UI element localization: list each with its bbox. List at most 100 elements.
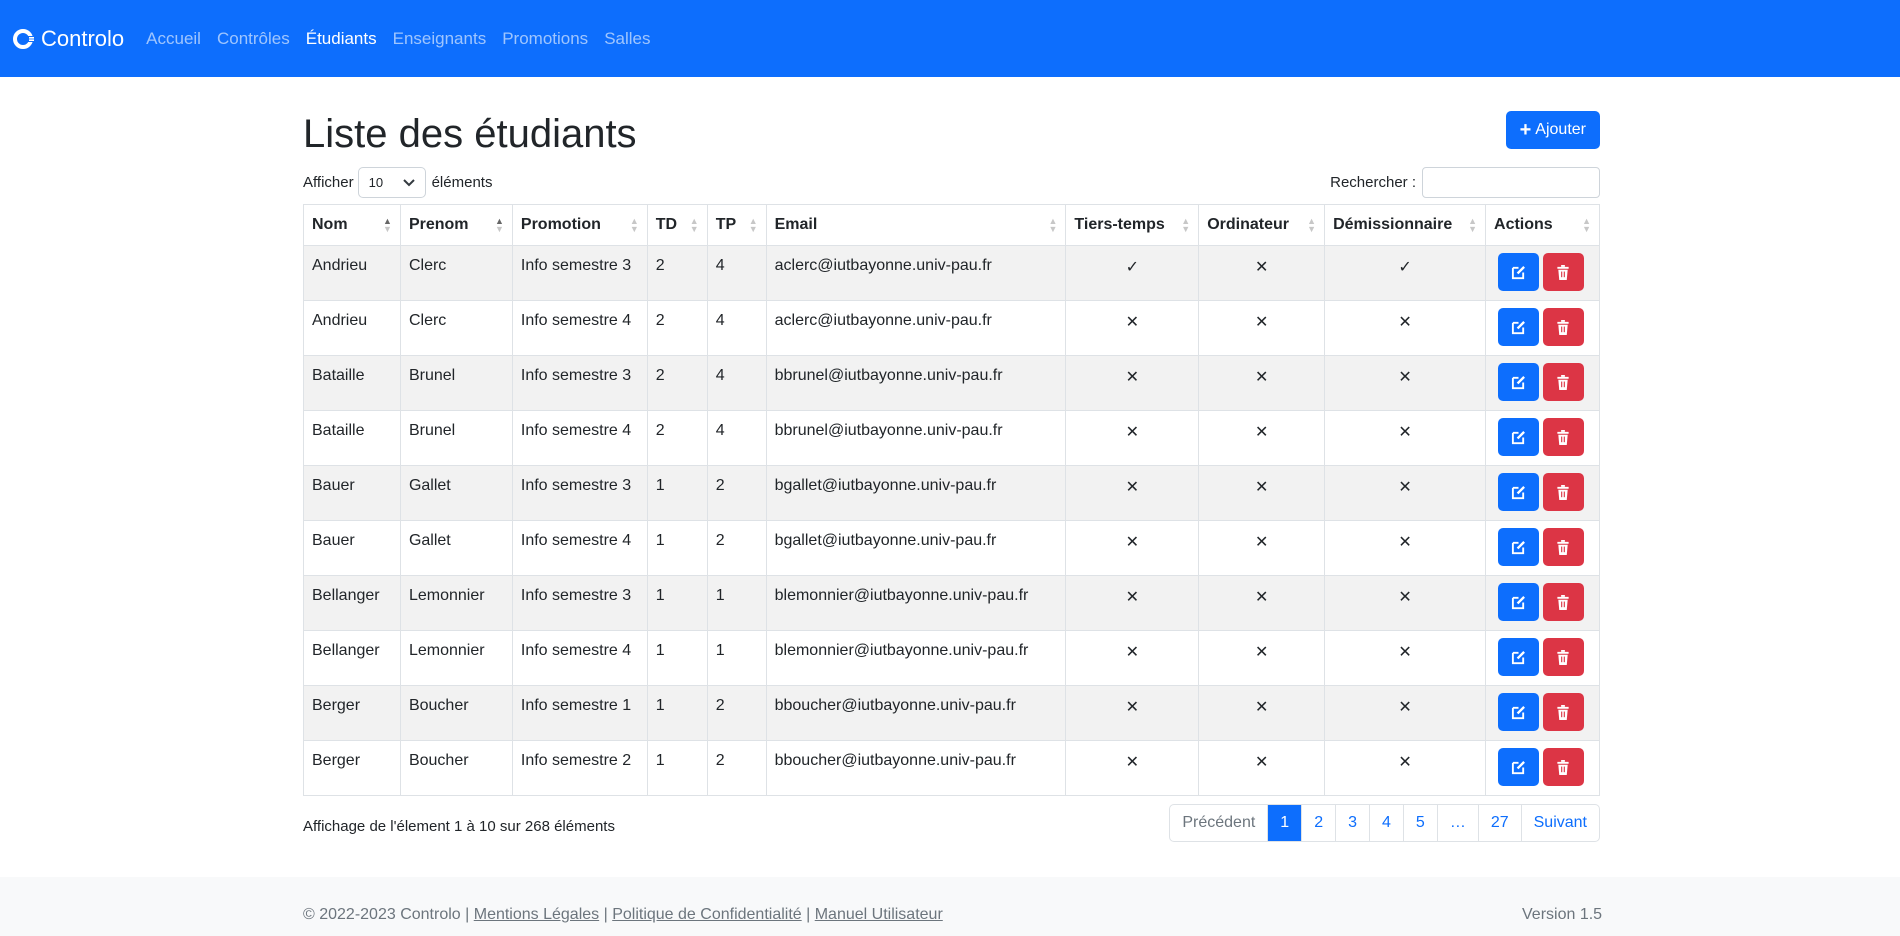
edit-button[interactable] — [1498, 418, 1540, 456]
sort-icon: ▲ ▼ — [1307, 216, 1317, 234]
delete-button[interactable] — [1543, 583, 1585, 621]
column-header[interactable]: Prenom ▲ ▼ — [399, 204, 513, 246]
cell-actions — [1485, 575, 1600, 631]
pagination-next[interactable]: Suivant — [1520, 805, 1599, 841]
cell-demi: ✕ — [1324, 410, 1487, 466]
footer-links: © 2022-2023 Controlo | Mentions Légales … — [303, 906, 943, 923]
add-student-button[interactable]: + Ajouter — [1505, 111, 1600, 149]
cell-td: 1 — [646, 740, 708, 796]
nav-link-0[interactable]: Accueil — [146, 29, 201, 49]
brand-link[interactable]: Controlo — [13, 26, 124, 52]
column-header[interactable]: Actions ▲ ▼ — [1485, 204, 1600, 246]
footer-link-manual[interactable]: Manuel Utilisateur — [815, 906, 943, 923]
nav-link-5[interactable]: Salles — [604, 29, 650, 49]
nav-link-1[interactable]: Contrôles — [217, 29, 290, 49]
footer-link-mentions[interactable]: Mentions Légales — [474, 906, 599, 923]
column-header[interactable]: Email ▲ ▼ — [765, 204, 1067, 246]
column-header[interactable]: Nom ▲ ▼ — [303, 204, 401, 246]
column-header-label: Tiers-temps — [1074, 216, 1165, 233]
edit-button[interactable] — [1498, 638, 1540, 676]
cell-nom: Andrieu — [303, 300, 401, 356]
column-header[interactable]: TD ▲ ▼ — [646, 204, 708, 246]
add-button-label: Ajouter — [1535, 121, 1586, 138]
page-length-select[interactable]: 10 — [357, 167, 426, 198]
pagination-page[interactable]: 1 — [1267, 805, 1302, 841]
delete-button[interactable] — [1543, 693, 1585, 731]
cell-prenom: Clerc — [399, 300, 513, 356]
length-prefix-label: Afficher — [303, 174, 354, 191]
cell-nom: Bataille — [303, 410, 401, 466]
cell-promotion: Info semestre 4 — [511, 630, 648, 686]
edit-button[interactable] — [1498, 308, 1540, 346]
cell-promotion: Info semestre 3 — [511, 245, 648, 301]
pagination-page[interactable]: … — [1436, 805, 1478, 841]
cell-promotion: Info semestre 3 — [511, 465, 648, 521]
table-row: Andrieu Clerc Info semestre 4 2 4 aclerc@iutb… — [303, 300, 1600, 356]
column-header-label: Promotion — [520, 216, 601, 233]
nav-link-4[interactable]: Promotions — [502, 29, 588, 49]
edit-button[interactable] — [1498, 253, 1540, 291]
edit-button[interactable] — [1498, 693, 1540, 731]
delete-button[interactable] — [1543, 308, 1585, 346]
pagination-page[interactable]: 5 — [1402, 805, 1437, 841]
cell-email: bboucher@iutbayonne.univ-pau.fr — [765, 685, 1067, 741]
footer-link-privacy[interactable]: Politique de Confidentialité — [612, 906, 801, 923]
page-title: Liste des étudiants — [303, 112, 637, 156]
pagination-page[interactable]: 4 — [1369, 805, 1403, 841]
cell-actions — [1485, 520, 1600, 576]
pagination-page[interactable]: 27 — [1477, 805, 1521, 841]
delete-button[interactable] — [1543, 418, 1585, 456]
cell-tp: 4 — [706, 410, 767, 466]
nav-link-3[interactable]: Enseignants — [393, 29, 487, 49]
delete-button[interactable] — [1543, 638, 1585, 676]
page-length-value: 10 — [368, 175, 384, 190]
table-row: Bellanger Lemonnier Info semestre 3 1 1 blemo… — [303, 575, 1600, 631]
column-header[interactable]: TP ▲ ▼ — [706, 204, 767, 246]
pagination: Précédent 1 2 3 4 5… 27 Suivant — [1169, 804, 1600, 842]
cell-td: 1 — [646, 465, 708, 521]
pagination-page[interactable]: 3 — [1335, 805, 1369, 841]
column-header[interactable]: Tiers-temps ▲ ▼ — [1065, 204, 1200, 246]
edit-button[interactable] — [1498, 583, 1540, 621]
cell-nom: Andrieu — [303, 245, 401, 301]
nav-link-2[interactable]: Étudiants — [306, 29, 377, 49]
column-header[interactable]: Démissionnaire ▲ ▼ — [1324, 204, 1487, 246]
footer-copyright: © 2022-2023 Controlo | — [303, 906, 470, 923]
cell-tp: 4 — [706, 300, 767, 356]
cell-actions — [1485, 465, 1600, 521]
delete-button[interactable] — [1543, 363, 1585, 401]
column-header[interactable]: Promotion ▲ ▼ — [511, 204, 648, 246]
table-search: Rechercher : — [1330, 167, 1600, 198]
cell-prenom: Gallet — [399, 465, 513, 521]
table-row: Berger Boucher Info semestre 1 1 2 bboucher@i… — [303, 685, 1600, 741]
search-input[interactable] — [1422, 167, 1600, 198]
sort-icon: ▲ ▼ — [629, 216, 639, 234]
sort-icon: ▲ ▼ — [1048, 216, 1058, 234]
delete-button[interactable] — [1543, 528, 1585, 566]
edit-button[interactable] — [1498, 363, 1540, 401]
cell-ordi: ✕ — [1198, 630, 1326, 686]
cell-promotion: Info semestre 1 — [511, 685, 648, 741]
column-header[interactable]: Ordinateur ▲ ▼ — [1198, 204, 1326, 246]
cell-promotion: Info semestre 4 — [511, 520, 648, 576]
cell-tiers: ✕ — [1065, 740, 1200, 796]
pagination-previous[interactable]: Précédent — [1170, 805, 1267, 841]
delete-button[interactable] — [1543, 253, 1585, 291]
page-footer: © 2022-2023 Controlo | Mentions Légales … — [0, 877, 1900, 936]
edit-button[interactable] — [1498, 748, 1540, 786]
cell-td: 1 — [646, 575, 708, 631]
cell-email: bbrunel@iutbayonne.univ-pau.fr — [765, 410, 1067, 466]
delete-button[interactable] — [1543, 473, 1585, 511]
cell-td: 2 — [646, 355, 708, 411]
cell-tiers: ✕ — [1065, 300, 1200, 356]
edit-button[interactable] — [1498, 473, 1540, 511]
pagination-page[interactable]: 2 — [1301, 805, 1335, 841]
table-row: Berger Boucher Info semestre 2 1 2 bboucher@i… — [303, 740, 1600, 796]
cell-td: 1 — [646, 630, 708, 686]
edit-button[interactable] — [1498, 528, 1540, 566]
cell-tiers: ✕ — [1065, 630, 1200, 686]
cell-nom: Berger — [303, 740, 401, 796]
cell-td: 2 — [646, 245, 708, 301]
cell-promotion: Info semestre 3 — [511, 575, 648, 631]
delete-button[interactable] — [1543, 748, 1585, 786]
